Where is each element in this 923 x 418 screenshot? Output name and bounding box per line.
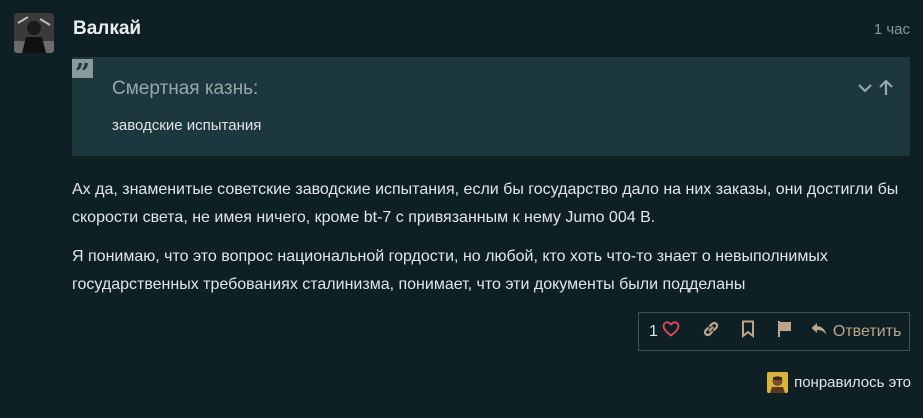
heart-icon [662,321,680,342]
like-button[interactable]: 1 [639,313,680,350]
flag-icon [777,320,793,343]
quote-author: Смертная казнь: [112,78,259,99]
quote-icon: ” [72,59,93,89]
liked-by[interactable]: понравилось это [767,372,911,393]
post-body: Ах да, знаменитые советские заводские ис… [72,176,912,310]
bookmark-button[interactable] [730,313,766,350]
bookmark-icon [741,320,755,343]
quote-text: заводские испытания [112,117,262,134]
post-time[interactable]: 1 час [874,21,910,38]
post-actions: 1 Ответить [638,312,910,351]
post-paragraph: Я понимаю, что это вопрос национальной г… [72,248,828,293]
arrow-up-icon[interactable] [878,79,894,97]
link-icon [702,320,720,343]
chevron-down-icon[interactable] [856,79,874,97]
reply-icon [810,321,828,342]
post-paragraph: Ах да, знаменитые советские заводские ис… [72,181,899,226]
user-avatar[interactable] [14,13,54,53]
reply-label: Ответить [832,322,902,340]
username[interactable]: Валкай [73,18,141,40]
liked-by-label: понравилось это [794,374,911,391]
flag-button[interactable] [766,313,804,350]
reply-button[interactable]: Ответить [810,313,901,350]
quote-block: ” Смертная казнь: заводские испытания [72,57,910,156]
like-count: 1 [649,322,658,340]
link-button[interactable] [692,313,730,350]
quote-controls [856,79,894,97]
liker-avatar[interactable] [767,372,789,393]
